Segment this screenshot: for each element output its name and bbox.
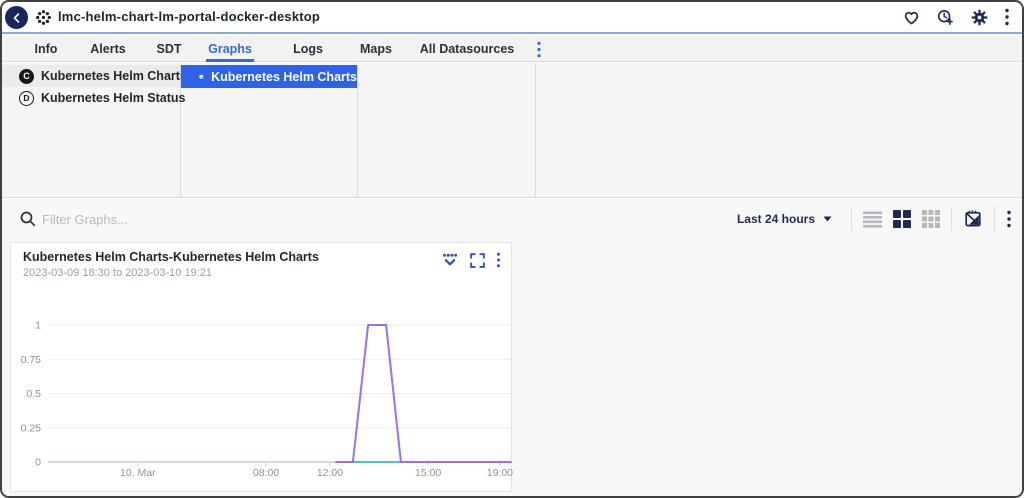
toolbar-divider <box>851 207 852 231</box>
resource-dots-icon <box>35 9 52 31</box>
datasource-label: Kubernetes Helm Status <box>41 91 186 105</box>
datasource-d-badge-icon: D <box>19 90 34 106</box>
instance-label: Kubernetes Helm Charts <box>211 69 357 84</box>
toolbar-divider <box>994 207 995 231</box>
back-button[interactable] <box>5 6 28 29</box>
datasource-item-helm-status[interactable]: D Kubernetes Helm Status <box>2 87 185 109</box>
chart-time-range: 2023-03-09 18:30 to 2023-03-10 19:21 <box>23 267 212 279</box>
datasource-label: Kubernetes Helm Charts <box>41 69 187 83</box>
tab-bar: Info Alerts SDT Graphs Logs Maps All Dat… <box>2 36 1022 62</box>
tab-alerts[interactable]: Alerts <box>90 36 125 62</box>
grid-3x3-view-icon[interactable] <box>922 210 940 228</box>
svg-text:0: 0 <box>35 457 41 469</box>
caret-down-icon <box>823 216 832 222</box>
tab-sdt[interactable]: SDT <box>157 36 182 62</box>
datasource-c-badge-icon: C <box>19 68 34 84</box>
datasource-item-helm-charts[interactable]: C Kubernetes Helm Charts <box>2 65 187 87</box>
back-chevron-icon <box>13 12 19 23</box>
active-tab-underline <box>206 59 254 62</box>
chart-kebab-icon[interactable] <box>496 252 501 268</box>
topbar-kebab-icon[interactable] <box>1004 8 1010 26</box>
svg-text:19:00: 19:00 <box>487 467 513 479</box>
graphs-kebab-icon[interactable] <box>1006 210 1012 228</box>
svg-text:0.25: 0.25 <box>21 422 42 434</box>
tab-all-datasources[interactable]: All Datasources <box>420 36 514 62</box>
graphs-toolbar: Last 24 hours <box>2 199 1022 239</box>
search-icon <box>19 210 37 233</box>
chart-title: Kubernetes Helm Charts-Kubernetes Helm C… <box>23 250 319 264</box>
chart-plot[interactable]: 0 0.25 0.5 0.75 1 10. Mar 08:00 12:00 15:00 19:00 <box>11 299 513 489</box>
sdt-clock-add-icon[interactable] <box>936 8 955 27</box>
svg-text:12:00: 12:00 <box>317 467 343 479</box>
instance-item-helm-charts[interactable]: Kubernetes Helm Charts <box>181 65 357 88</box>
expand-icon[interactable] <box>470 252 485 268</box>
chart-card: Kubernetes Helm Charts-Kubernetes Helm C… <box>10 242 513 492</box>
tabs-overflow-kebab-icon[interactable] <box>536 41 542 58</box>
dots-chevron-icon[interactable] <box>441 253 459 268</box>
svg-text:10. Mar: 10. Mar <box>120 467 156 479</box>
tab-info[interactable]: Info <box>35 36 58 62</box>
panel-divider <box>535 63 536 197</box>
svg-text:1: 1 <box>35 320 41 332</box>
panel-divider <box>357 63 358 197</box>
pie-chart-icon <box>199 74 205 79</box>
svg-text:0.75: 0.75 <box>21 354 42 366</box>
graphs-section: Last 24 hours <box>2 199 1022 496</box>
svg-text:0.5: 0.5 <box>26 388 41 400</box>
toolbar-divider <box>951 207 952 231</box>
app-window: lmc-helm-chart-lm-portal-docker-desktop <box>0 0 1024 498</box>
svg-text:15:00: 15:00 <box>415 467 441 479</box>
datasource-panels: C Kubernetes Helm Charts D Kubernetes He… <box>2 63 1022 198</box>
time-range-dropdown[interactable]: Last 24 hours <box>737 212 832 226</box>
time-range-label: Last 24 hours <box>736 212 815 226</box>
tab-logs[interactable]: Logs <box>293 36 323 62</box>
resource-title: lmc-helm-chart-lm-portal-docker-desktop <box>58 9 321 24</box>
no-chart-icon[interactable] <box>963 209 983 229</box>
topbar: lmc-helm-chart-lm-portal-docker-desktop <box>2 2 1022 34</box>
list-view-icon[interactable] <box>863 211 882 228</box>
svg-text:08:00: 08:00 <box>253 467 279 479</box>
favorite-heart-icon[interactable] <box>902 8 921 27</box>
grid-2x2-view-icon[interactable] <box>893 210 911 228</box>
filter-graphs-input[interactable] <box>42 206 442 232</box>
tab-maps[interactable]: Maps <box>360 36 392 62</box>
settings-gear-icon[interactable] <box>970 8 989 27</box>
